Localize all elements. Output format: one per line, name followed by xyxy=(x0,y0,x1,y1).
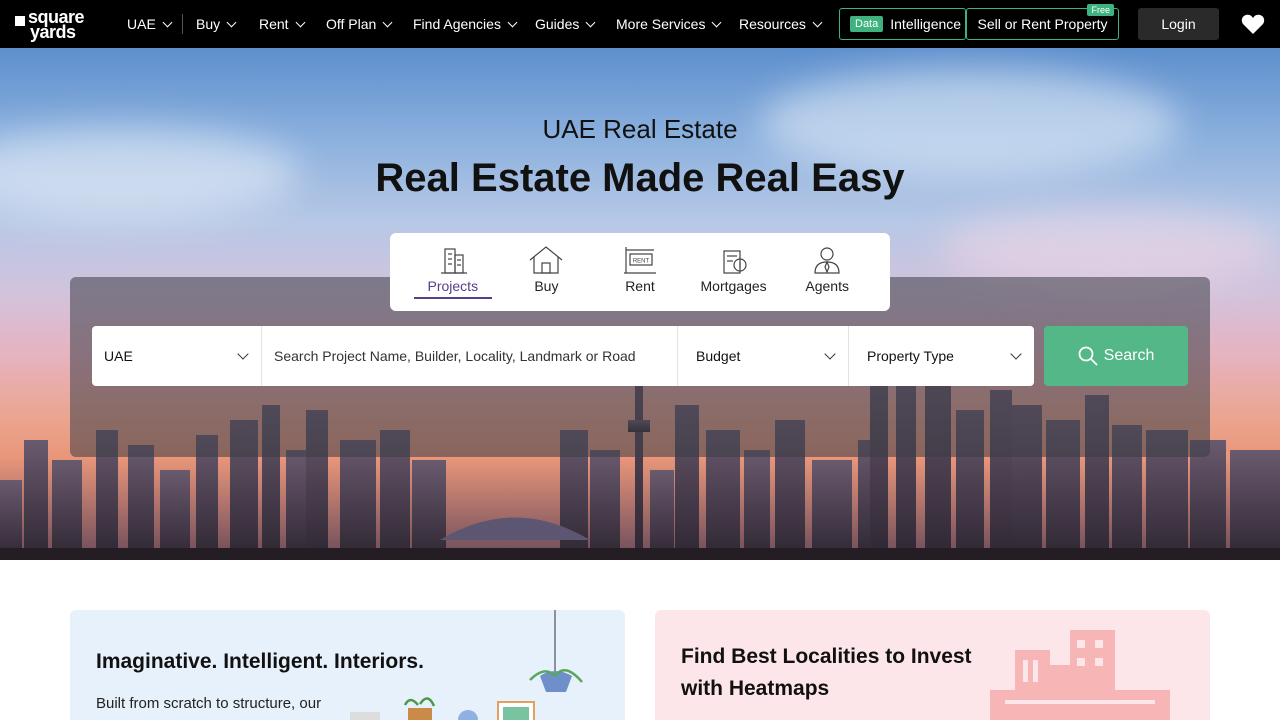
budget-label: Budget xyxy=(696,348,741,364)
nav-more-services-label: More Services xyxy=(616,16,706,32)
intelligence-label: Intelligence xyxy=(890,16,962,32)
chevron-down-icon xyxy=(237,348,249,360)
nav-rent-label: Rent xyxy=(259,16,289,32)
nav-buy-label: Buy xyxy=(196,16,221,32)
logo-text-line2: yards xyxy=(30,22,76,42)
chevron-down-icon xyxy=(295,17,306,27)
hero-title: Real Estate Made Real Easy xyxy=(375,156,905,200)
interiors-illustration xyxy=(350,610,583,720)
house-icon xyxy=(530,246,563,274)
free-badge: Free xyxy=(1087,4,1114,16)
tab-projects[interactable]: Projects xyxy=(408,233,498,311)
nav-guides-dropdown[interactable]: Guides xyxy=(535,0,596,48)
tab-projects-label: Projects xyxy=(427,278,479,294)
chevron-down-icon xyxy=(824,348,836,360)
squareyards-logo[interactable]: square yards xyxy=(14,6,100,42)
tab-buy[interactable]: Buy xyxy=(501,233,591,311)
nav-resources-label: Resources xyxy=(739,16,806,32)
nav-guides-label: Guides xyxy=(535,16,580,32)
rent-sign-icon: RENT xyxy=(623,247,656,274)
property-type-select[interactable]: Property Type xyxy=(849,326,1034,386)
location-select[interactable]: UAE xyxy=(92,326,262,386)
search-bar: UAE Budget Property Type xyxy=(92,326,1034,386)
heatmaps-card[interactable]: Find Best Localities to Invest with Heat… xyxy=(655,610,1210,720)
search-button-label: Search xyxy=(1103,347,1155,364)
tab-agents[interactable]: Agents xyxy=(782,233,872,311)
mortgage-icon xyxy=(722,250,747,274)
sell-or-rent-label: Sell or Rent Property xyxy=(977,16,1108,32)
hero-subtitle: UAE Real Estate xyxy=(542,114,738,144)
heatmaps-card-title: Find Best Localities to Invest with Heat… xyxy=(681,645,972,700)
nav-buy-dropdown[interactable]: Buy xyxy=(196,0,237,48)
search-button[interactable]: Search xyxy=(1044,326,1188,386)
location-value: UAE xyxy=(104,348,133,364)
nav-more-services-dropdown[interactable]: More Services xyxy=(616,0,722,48)
nav-offplan-label: Off Plan xyxy=(326,16,377,32)
logo-square-mark xyxy=(15,16,25,26)
cloud-shape xyxy=(940,208,1280,288)
tab-mortgages-label: Mortgages xyxy=(700,278,767,294)
nav-offplan-dropdown[interactable]: Off Plan xyxy=(326,0,393,48)
chevron-down-icon xyxy=(226,17,237,27)
search-input[interactable] xyxy=(262,326,678,386)
interiors-card-description: Built from scratch to structure, our xyxy=(96,695,322,712)
nav-resources-dropdown[interactable]: Resources xyxy=(739,0,823,48)
tab-buy-label: Buy xyxy=(534,278,559,294)
property-type-label: Property Type xyxy=(867,348,954,364)
tab-rent[interactable]: RENT Rent xyxy=(595,233,685,311)
buildings-illustration xyxy=(990,630,1170,720)
nav-uae-dropdown[interactable]: UAE xyxy=(127,0,173,48)
tab-rent-label: Rent xyxy=(625,278,655,294)
sell-or-rent-button[interactable]: Sell or Rent Property Free xyxy=(966,4,1119,40)
tab-agents-label: Agents xyxy=(805,278,849,294)
chevron-down-icon xyxy=(382,17,393,27)
chevron-down-icon xyxy=(812,17,823,27)
data-intelligence-button[interactable]: Data Intelligence xyxy=(839,8,966,40)
tab-mortgages[interactable]: Mortgages xyxy=(689,233,779,311)
data-tag: Data xyxy=(850,16,884,32)
nav-find-agencies-dropdown[interactable]: Find Agencies xyxy=(413,0,518,48)
interiors-card[interactable]: Imaginative. Intelligent. Interiors. Bui… xyxy=(70,610,625,720)
nav-find-agencies-label: Find Agencies xyxy=(413,16,501,32)
nav-divider xyxy=(182,14,183,34)
search-icon xyxy=(1078,346,1098,366)
login-button[interactable]: Login xyxy=(1138,8,1219,40)
agent-icon xyxy=(814,247,840,274)
top-navbar: square yards UAE Buy Rent Off Plan Find … xyxy=(0,0,1280,48)
chevron-down-icon xyxy=(1010,348,1022,360)
chevron-down-icon xyxy=(162,17,173,27)
nav-rent-dropdown[interactable]: Rent xyxy=(259,0,306,48)
chevron-down-icon xyxy=(585,17,596,27)
nav-uae-label: UAE xyxy=(127,16,156,32)
chevron-down-icon xyxy=(507,17,518,27)
search-category-tabs: Projects Buy RENT Rent Mortgages Agents xyxy=(390,233,890,311)
building-icon xyxy=(440,248,467,274)
heart-icon[interactable] xyxy=(1241,13,1265,35)
chevron-down-icon xyxy=(712,17,722,27)
budget-select[interactable]: Budget xyxy=(678,326,849,386)
hero-banner: UAE Real Estate Real Estate Made Real Ea… xyxy=(0,48,1280,560)
svg-text:RENT: RENT xyxy=(633,259,650,265)
